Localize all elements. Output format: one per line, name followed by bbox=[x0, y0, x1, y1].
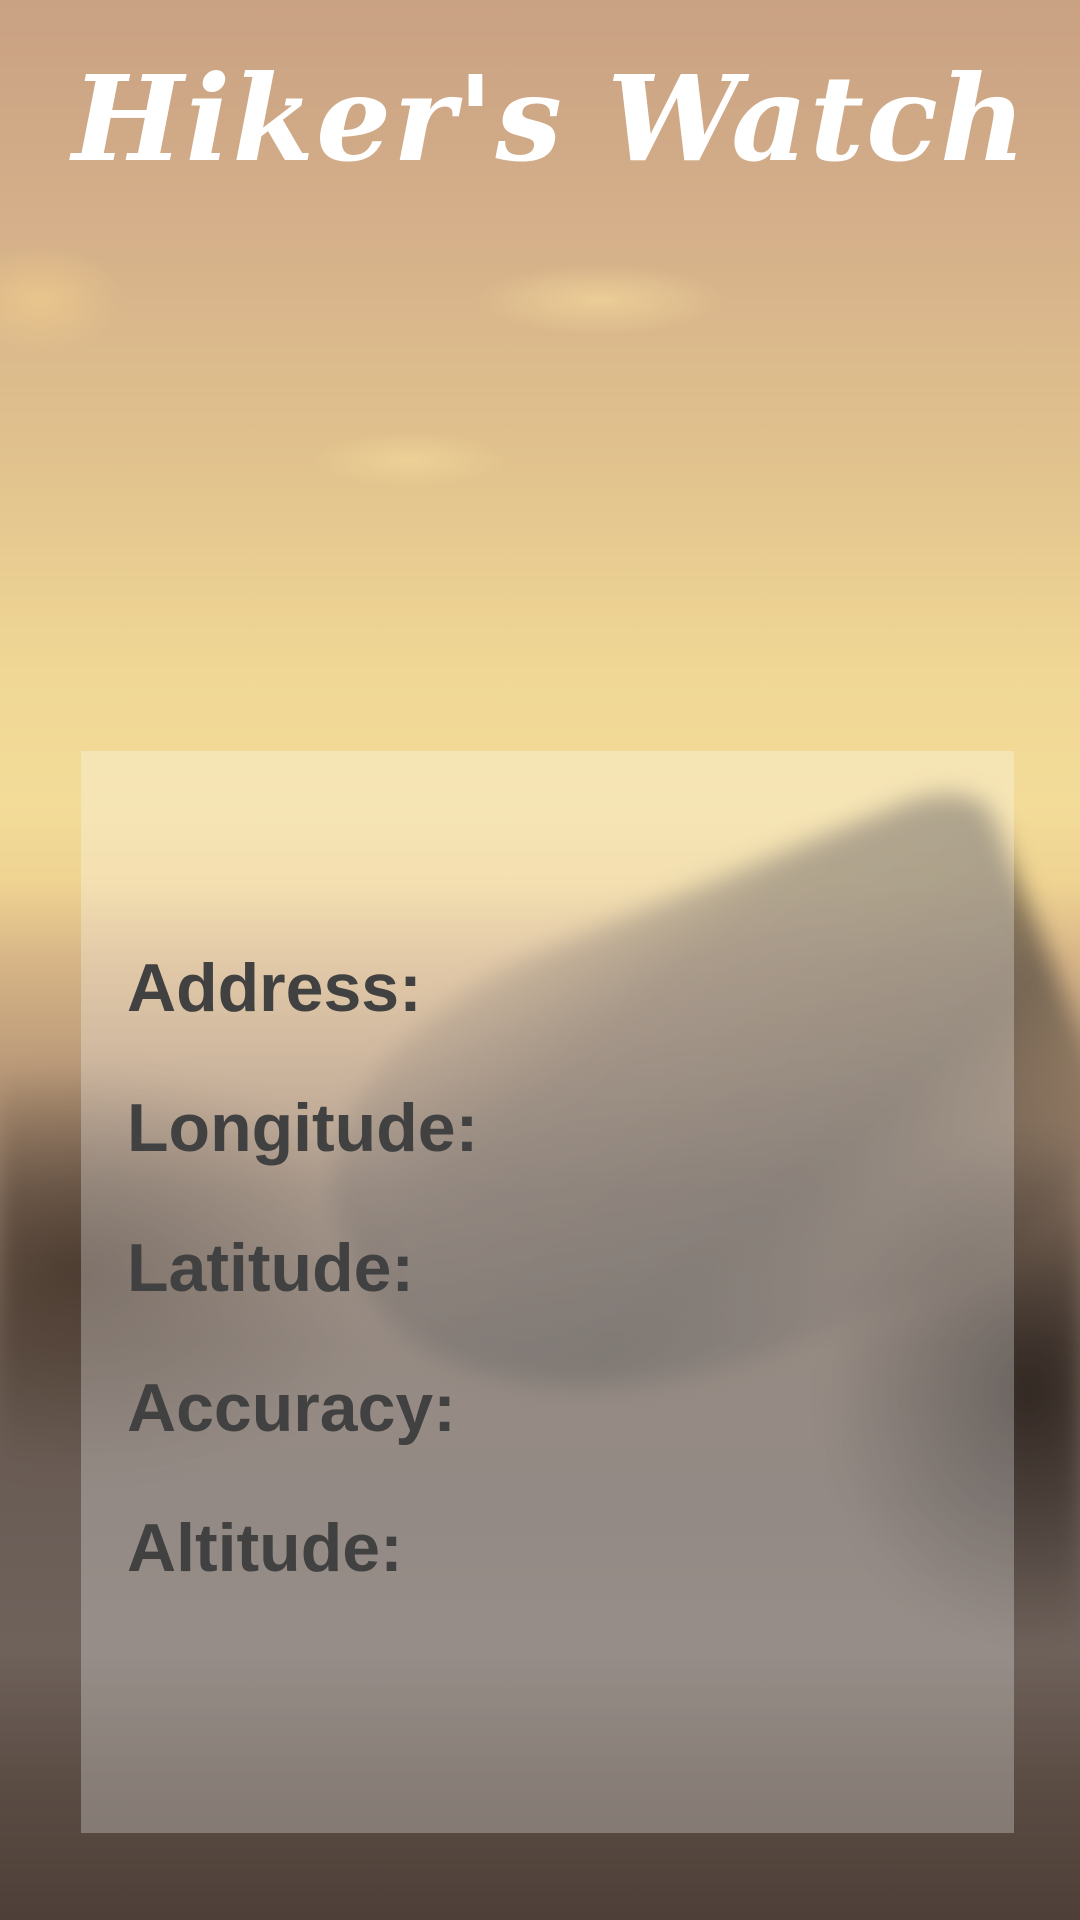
app-title: Hiker's Watch bbox=[72, 49, 1028, 188]
address-label: Address: bbox=[127, 950, 422, 1026]
longitude-label: Longitude: bbox=[127, 1090, 479, 1166]
altitude-label: Altitude: bbox=[127, 1510, 403, 1586]
latitude-label: Latitude: bbox=[127, 1230, 415, 1306]
accuracy-label: Accuracy: bbox=[127, 1370, 456, 1446]
